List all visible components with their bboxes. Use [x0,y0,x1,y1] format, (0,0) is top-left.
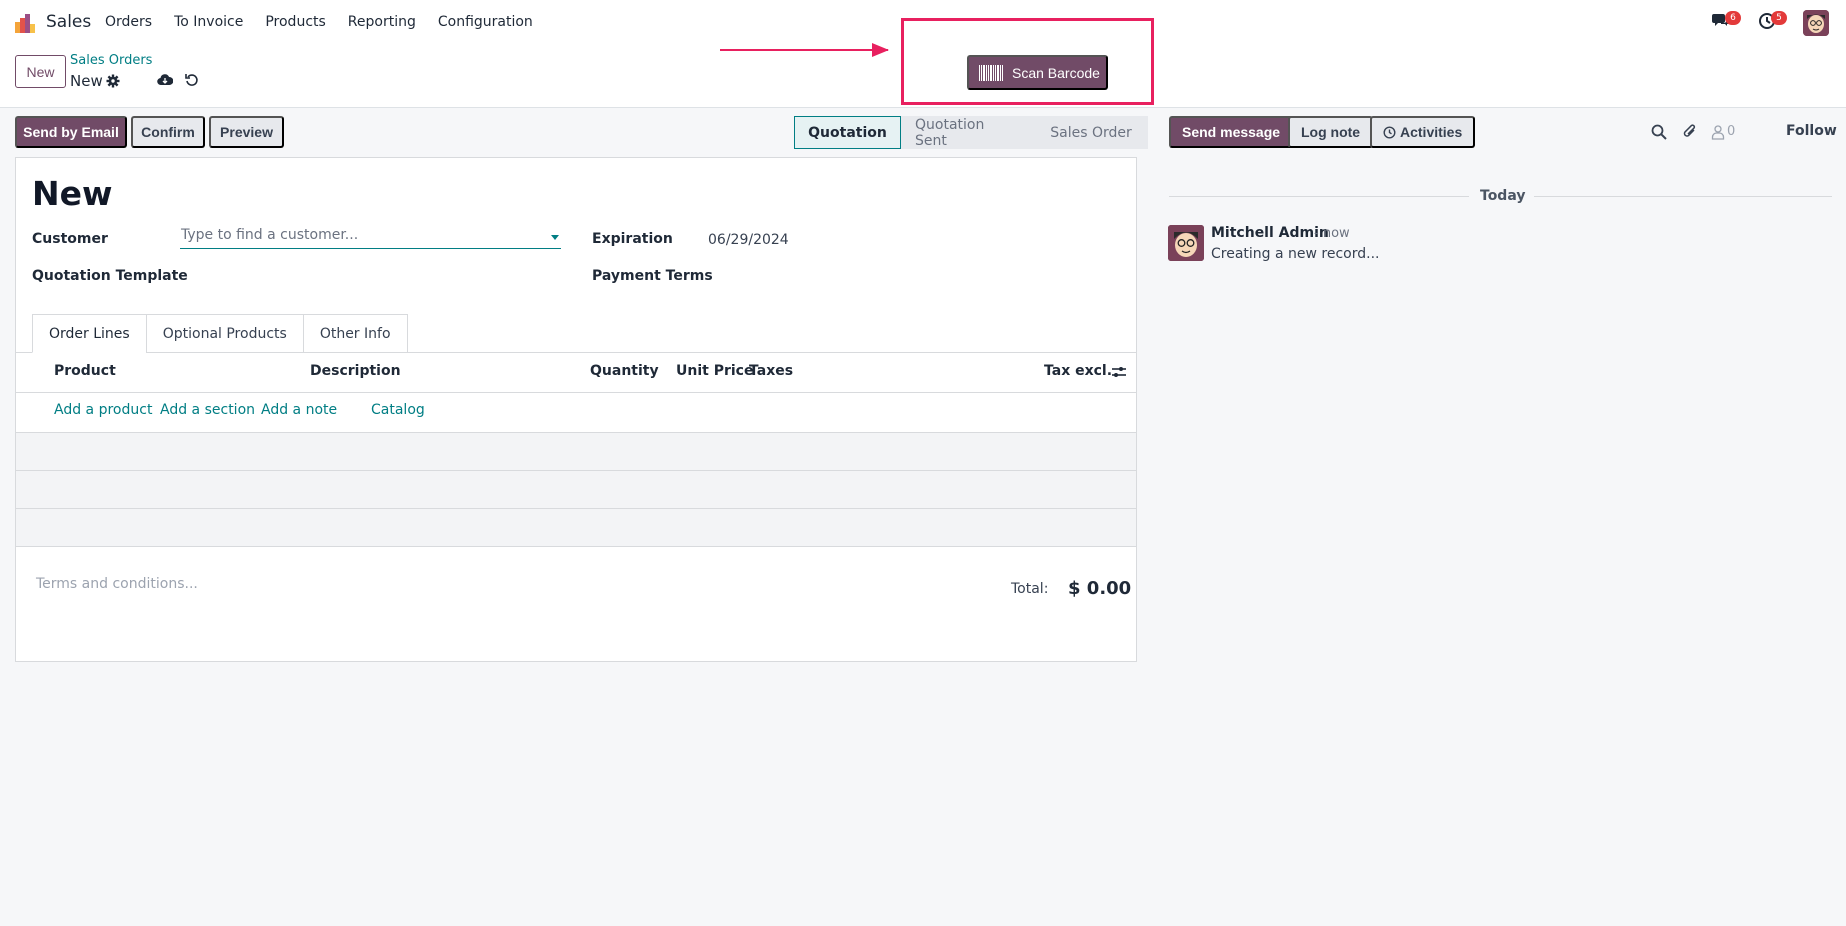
notebook-tabs: Order Lines Optional Products Other Info [32,314,408,353]
today-divider-left [1169,196,1469,197]
record-title: New [32,174,113,213]
tab-other-info[interactable]: Other Info [302,314,408,353]
scan-barcode-label: Scan Barcode [1012,64,1100,81]
main-menu: Orders To Invoice Products Reporting Con… [105,14,555,30]
activities-label: Activities [1400,124,1463,140]
annotation-arrow-line [720,49,888,51]
stage-quotation-sent[interactable]: Quotation Sent [901,116,1034,149]
barcode-icon [979,64,1003,81]
today-label: Today [1480,188,1526,204]
user-avatar[interactable] [1803,10,1829,36]
clock-icon [1383,125,1396,139]
message-time: - now [1314,226,1350,241]
expiration-field[interactable]: 06/29/2024 [708,232,789,248]
caret-down-icon[interactable] [551,235,559,240]
table-row [16,433,1136,470]
paperclip-icon[interactable] [1682,123,1698,140]
column-description[interactable]: Description [310,363,401,379]
table-row [16,509,1136,546]
customer-placeholder: Type to find a customer... [181,227,359,243]
today-divider-right [1534,196,1832,197]
column-quantity[interactable]: Quantity [590,363,659,379]
optional-columns-icon[interactable] [1111,365,1127,379]
column-unit-price[interactable]: Unit Price [676,363,753,379]
followers-icon[interactable] [1711,124,1725,140]
menu-orders[interactable]: Orders [105,14,152,30]
total-value: $ 0.00 [1068,578,1132,599]
app-name[interactable]: Sales [46,12,91,32]
quotation-template-label: Quotation Template [32,268,188,284]
message-avatar[interactable] [1168,225,1204,261]
menu-products[interactable]: Products [265,14,325,30]
total-label: Total: [1011,581,1049,597]
message-author[interactable]: Mitchell Admin [1211,225,1329,241]
breadcrumb-sales-orders[interactable]: Sales Orders [70,53,152,68]
follow-button[interactable]: Follow [1786,123,1837,139]
send-message-button[interactable]: Send message [1169,116,1294,148]
scan-barcode-button[interactable]: Scan Barcode [967,55,1108,90]
gear-icon[interactable] [106,74,120,88]
column-tax-excl[interactable]: Tax excl. [1044,363,1112,379]
sales-app-icon[interactable] [14,12,36,34]
menu-configuration[interactable]: Configuration [438,14,533,30]
annotation-arrow-head [872,43,889,57]
tab-optional-products[interactable]: Optional Products [145,314,304,353]
status-bar: Quotation Quotation Sent Sales Order [794,116,1148,149]
payment-terms-label: Payment Terms [592,268,713,284]
terms-and-conditions-field[interactable]: Terms and conditions... [36,576,198,592]
activities-button[interactable]: Activities [1370,116,1476,148]
add-note-link[interactable]: Add a note [261,402,337,418]
add-section-link[interactable]: Add a section [160,402,255,418]
stage-sales-order[interactable]: Sales Order [1034,116,1148,149]
form-sheet: New Customer Type to find a customer... … [15,157,1137,662]
new-button[interactable]: New [15,55,66,88]
catalog-link[interactable]: Catalog [371,402,425,418]
row-divider [16,546,1136,547]
menu-reporting[interactable]: Reporting [348,14,416,30]
preview-button[interactable]: Preview [209,116,284,148]
log-note-button[interactable]: Log note [1288,116,1374,148]
customer-label: Customer [32,231,108,247]
activity-count-badge: 5 [1771,11,1787,25]
confirm-button[interactable]: Confirm [131,116,205,148]
cloud-save-icon[interactable] [157,73,173,87]
expiration-label: Expiration [592,231,673,247]
tab-order-lines[interactable]: Order Lines [32,314,147,353]
column-product[interactable]: Product [54,363,116,379]
header-divider [16,392,1136,393]
add-product-link[interactable]: Add a product [54,402,152,418]
follower-count: 0 [1727,124,1736,139]
stage-quotation[interactable]: Quotation [794,116,901,149]
column-taxes[interactable]: Taxes [749,363,793,379]
send-by-email-button[interactable]: Send by Email [15,116,127,148]
discard-icon[interactable] [185,73,199,87]
message-body: Creating a new record... [1211,246,1380,262]
breadcrumb-current: New [70,72,103,90]
menu-to-invoice[interactable]: To Invoice [174,14,243,30]
table-row [16,471,1136,508]
search-icon[interactable] [1651,124,1667,140]
customer-field[interactable]: Type to find a customer... [180,227,561,249]
chat-count-badge: 6 [1725,11,1741,25]
